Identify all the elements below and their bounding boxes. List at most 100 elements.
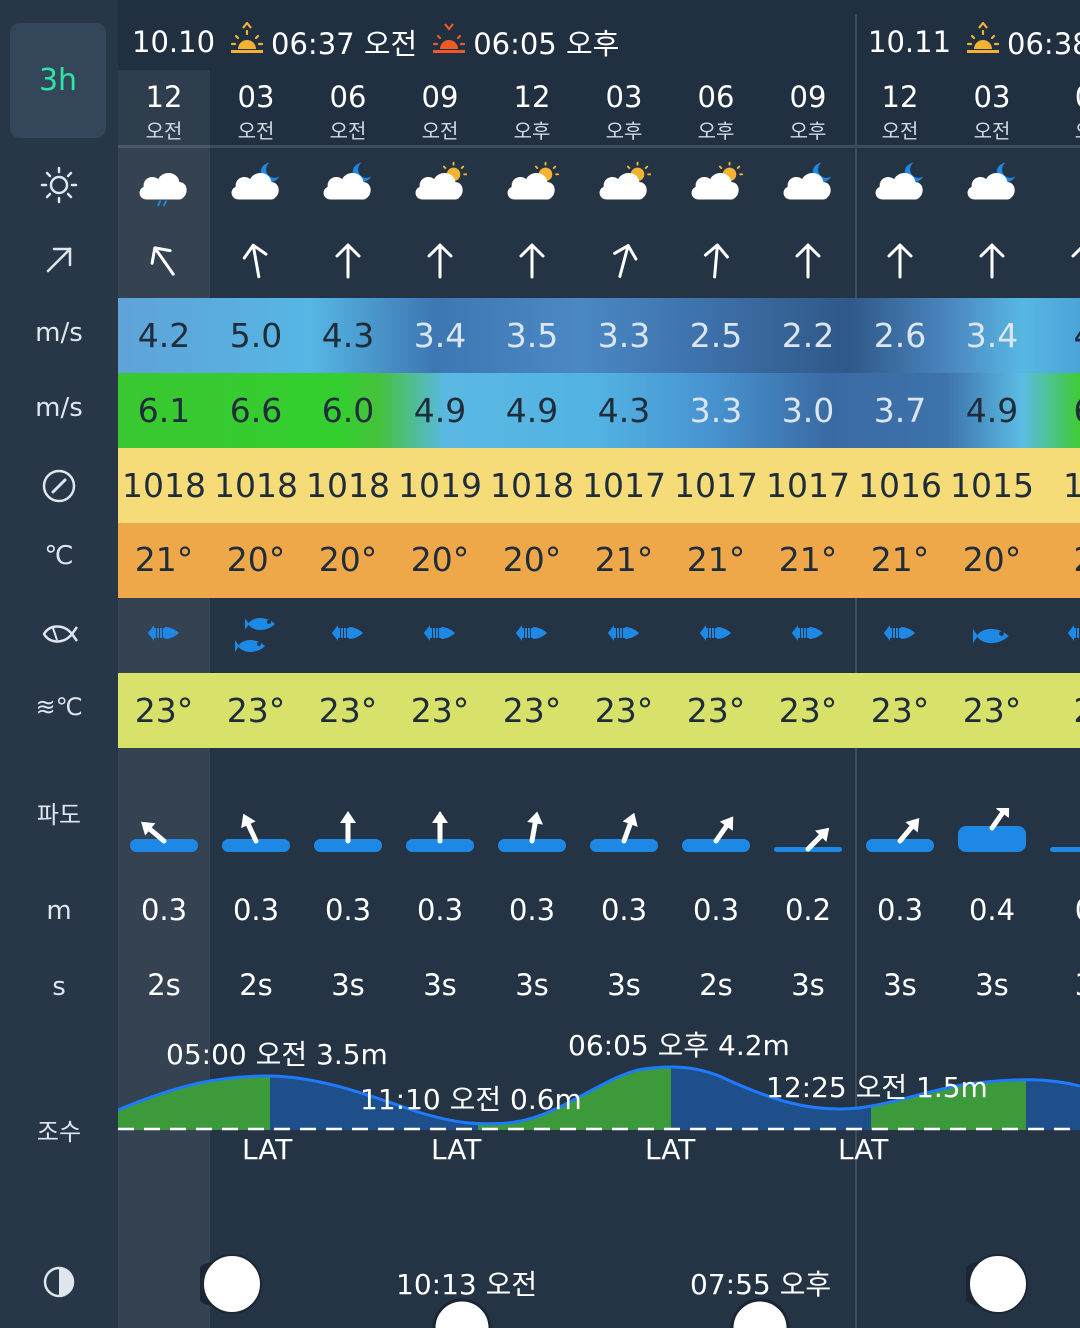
pressure-value: 10	[1063, 466, 1080, 505]
hour-label: 12	[513, 80, 551, 114]
sea-temperature-value: 23°	[318, 691, 378, 730]
temperature-value: 21°	[870, 540, 930, 579]
pressure-value: 1017	[766, 466, 850, 505]
temperature-value: 21°	[686, 540, 746, 579]
hour-label: 03	[237, 80, 275, 114]
temperature-unit: ℃	[44, 541, 74, 571]
wave-period-value: 3s	[607, 968, 641, 1002]
fish-activity-icon	[670, 624, 762, 646]
tide-label: 조수	[36, 1118, 82, 1146]
wave-direction-icon	[302, 808, 394, 862]
wind-speed-value: 2.2	[781, 316, 835, 355]
wave-height-value: 0.3	[876, 893, 924, 927]
wind-speed-value: 3.5	[505, 316, 559, 355]
wave-direction-icon	[1038, 808, 1080, 862]
pressure-value: 1018	[122, 466, 206, 505]
moon-phase-icon	[0, 1264, 118, 1307]
weather-row-icon	[0, 165, 118, 212]
wave-height-value: 0.3	[324, 893, 372, 927]
gust-value: 4.9	[965, 391, 1019, 430]
wind-speed-value: 4	[1038, 316, 1080, 355]
tide-event-1: 05:00 오전 3.5m	[166, 1038, 388, 1071]
moonrise-icon	[432, 1298, 492, 1328]
wind-direction-arrow-icon	[854, 241, 946, 285]
wave-height-unit: m	[46, 896, 72, 926]
temperature-value: 20°	[318, 540, 378, 579]
cloud-sun-icon	[578, 160, 670, 212]
pressure-value: 1018	[490, 466, 574, 505]
ampm-label: 오전	[145, 119, 183, 143]
fish-activity-icon	[578, 624, 670, 646]
ampm-label: 오전	[421, 119, 459, 143]
wave-period-value: 3s	[515, 968, 549, 1002]
gust-value: 6.1	[137, 391, 191, 430]
hour-label: 03	[973, 80, 1011, 114]
sea-temperature-value: 23°	[594, 691, 654, 730]
hour-label: 0	[1038, 80, 1080, 114]
ampm-label: 오후	[605, 119, 643, 143]
ampm-label: 오후	[697, 119, 735, 143]
hour-label: 03	[605, 80, 643, 114]
gust-value: 6.0	[321, 391, 375, 430]
fish-activity-icon	[762, 624, 854, 646]
wind-direction-arrow-icon	[670, 241, 762, 285]
temperature-value: 21°	[134, 540, 194, 579]
fish-activity-icon	[394, 624, 486, 646]
pressure-value: 1018	[306, 466, 390, 505]
fish-activity-icon	[118, 624, 210, 646]
tide-lat-label: LAT	[645, 1133, 696, 1166]
wind-direction-icon	[0, 243, 118, 284]
wind-speed-value: 2.6	[873, 316, 927, 355]
wave-period-value: 3s	[791, 968, 825, 1002]
gust-value: 4.3	[597, 391, 651, 430]
wave-height-value: 0.4	[968, 893, 1016, 927]
sea-temperature-value: 23°	[686, 691, 746, 730]
wave-direction-icon	[210, 808, 302, 862]
hour-label: 09	[789, 80, 827, 114]
tide-lat-label: LAT	[838, 1133, 889, 1166]
wave-period-value: 2s	[239, 968, 273, 1002]
moon-phase-icon	[200, 1254, 262, 1314]
wave-direction-icon	[394, 808, 486, 862]
fish-activity-icon	[946, 624, 1038, 652]
wave-direction-icon	[486, 808, 578, 862]
wave-direction-icon	[578, 808, 670, 862]
tide-event-3: 06:05 오후 4.2m	[568, 1029, 790, 1062]
pressure-value: 1015	[950, 466, 1034, 505]
fish-activity-icon	[854, 624, 946, 646]
sea-temperature-unit: ≋℃	[35, 693, 83, 721]
ampm-label: 오	[1038, 115, 1080, 144]
wave-direction-icon	[762, 808, 854, 862]
interval-button[interactable]: 3h	[10, 23, 106, 138]
ampm-label: 오후	[513, 119, 551, 143]
wind-direction-arrow-icon	[1038, 241, 1080, 285]
wave-period-value: 3s	[423, 968, 457, 1002]
cloud-moon-icon	[946, 160, 1038, 212]
pressure-value: 1019	[398, 466, 482, 505]
gust-value: 6	[1038, 391, 1080, 430]
sea-temperature-value: 23°	[778, 691, 838, 730]
temperature-value: 21°	[594, 540, 654, 579]
temperature-value: 20°	[226, 540, 286, 579]
wave-height-value: 0.2	[784, 893, 832, 927]
wind-direction-arrow-icon	[210, 241, 302, 285]
pressure-value: 1017	[674, 466, 758, 505]
ampm-label: 오전	[237, 119, 275, 143]
wind-direction-arrow-icon	[302, 241, 394, 285]
wave-height-value: 0.3	[416, 893, 464, 927]
wind-direction-arrow-icon	[762, 241, 854, 285]
wave-height-value: 0.3	[600, 893, 648, 927]
ampm-label: 오전	[973, 119, 1011, 143]
wind-direction-arrow-icon	[946, 241, 1038, 285]
forecast-grid[interactable]: 10.10 06:37 오전 06:05 오후 10.11 06:38 오전 1…	[118, 0, 1080, 1328]
wave-period-value: 3	[1038, 968, 1080, 1002]
fish-activity-icon	[302, 624, 394, 646]
pressure-value: 1017	[582, 466, 666, 505]
wave-period-value: 3s	[883, 968, 917, 1002]
wind-direction-arrow-icon	[578, 241, 670, 285]
cloud-sun-icon	[670, 160, 762, 212]
hour-label: 06	[697, 80, 735, 114]
temperature-value: 21°	[778, 540, 838, 579]
temperature-value: 20°	[410, 540, 470, 579]
pressure-icon	[0, 468, 118, 511]
